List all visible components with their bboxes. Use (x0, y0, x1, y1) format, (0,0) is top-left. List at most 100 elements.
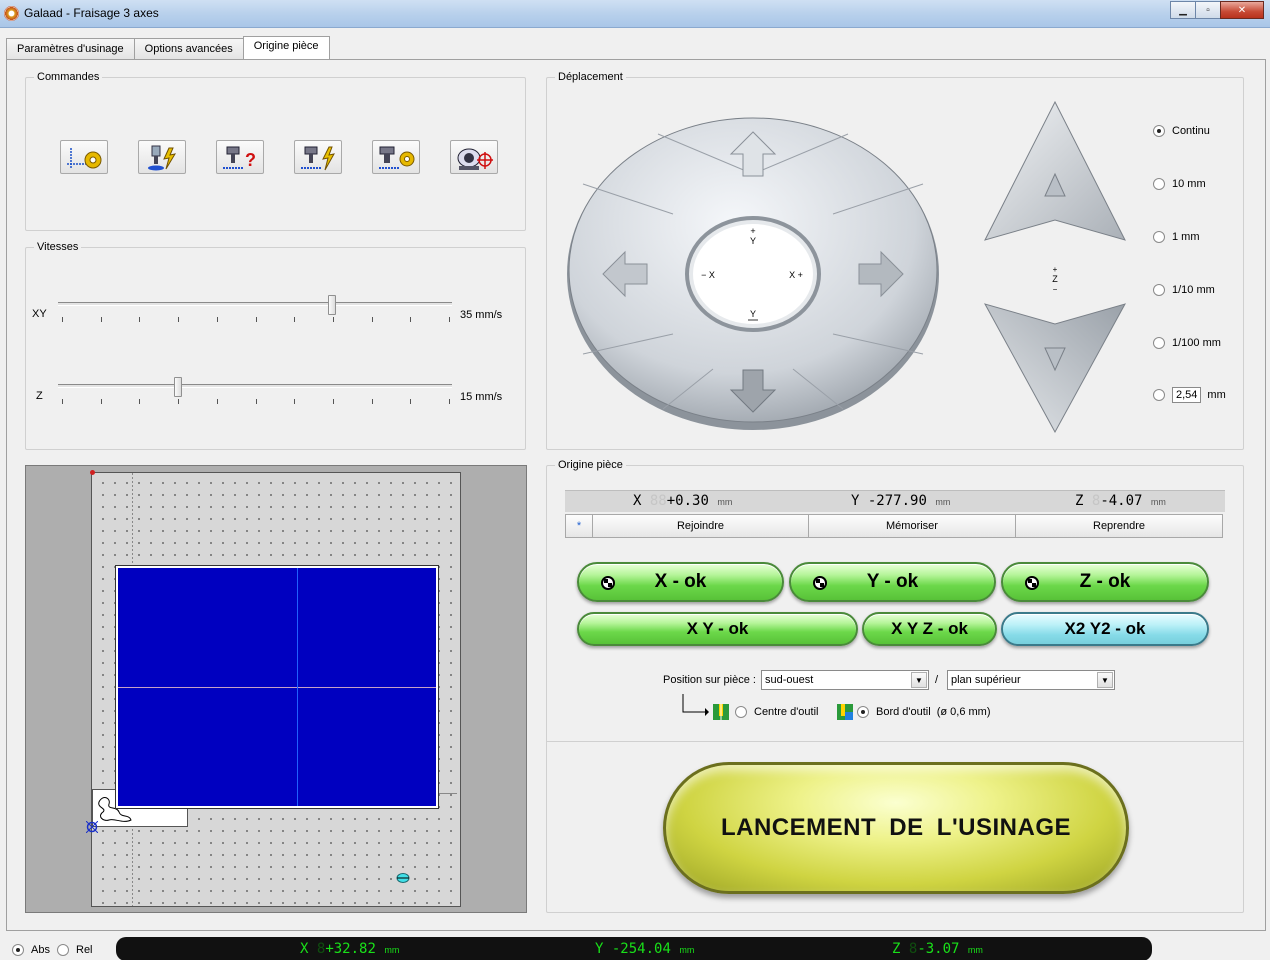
workpiece (115, 565, 439, 809)
x-ok-button[interactable]: X - ok (577, 562, 784, 602)
slider-tick (256, 399, 257, 404)
plan-select-value: plan supérieur (951, 674, 1021, 686)
position-separator: / (935, 674, 939, 686)
step-continu-radio[interactable]: Continu (1153, 125, 1210, 137)
plus-z-label: + (1053, 265, 1058, 274)
slider-tick (101, 317, 102, 322)
target-icon (601, 576, 615, 590)
commandes-group: Commandes ? (25, 71, 526, 231)
deplacement-legend: Déplacement (555, 71, 626, 83)
step-custom-radio[interactable]: 2,54 mm (1153, 387, 1226, 403)
maximize-button[interactable]: ▫ (1195, 1, 1221, 19)
title-bar: Galaad - Fraisage 3 axes ▁ ▫ ✕ (0, 0, 1270, 28)
tool-probe-button[interactable] (294, 140, 342, 174)
centre-outil-dot[interactable] (735, 706, 747, 718)
tool-settings-button[interactable] (372, 140, 420, 174)
jog-z-plus-triangle-icon[interactable] (984, 100, 1126, 241)
tab-origine-piece[interactable]: Origine pièce (242, 36, 330, 59)
machine-y-readout: Y -254.04 mm (595, 941, 695, 957)
slider-tick (139, 399, 140, 404)
step-hundredth-mm-dot[interactable] (1153, 337, 1165, 349)
origine-group: Origine pièce X 88+0.30 mm Y -277.90 mm … (546, 459, 1244, 913)
jog-z-minus-triangle-icon[interactable] (983, 303, 1127, 434)
slider-tick (62, 317, 63, 322)
z-jog-control[interactable]: + Z − (981, 98, 1131, 438)
z-axis-label: Z (1052, 274, 1058, 284)
close-button[interactable]: ✕ (1220, 1, 1264, 19)
step-10mm-label: 10 mm (1172, 178, 1206, 190)
tool-edge-icon (837, 704, 853, 720)
step-continu-dot[interactable] (1153, 125, 1165, 137)
memoriser-button[interactable]: Mémoriser (808, 514, 1016, 538)
slider-tick (294, 317, 295, 322)
abs-dot[interactable] (12, 944, 24, 956)
step-hundredth-mm-label: 1/100 mm (1172, 337, 1221, 349)
tool-lightning-icon (301, 146, 335, 171)
tool-query-button[interactable]: ? (216, 140, 264, 174)
plus-x-label: X + (789, 270, 803, 280)
slider-tick (372, 399, 373, 404)
xy-speed-slider[interactable] (328, 295, 336, 315)
origin-star-button[interactable]: * (565, 514, 593, 538)
abs-radio[interactable]: Abs (12, 944, 50, 956)
dropdown-arrow-icon[interactable]: ▼ (1097, 672, 1113, 688)
machine-bed (86, 470, 461, 907)
machine-z-readout: Z 8-3.07 mm (892, 941, 983, 957)
step-1mm-radio[interactable]: 1 mm (1153, 231, 1200, 243)
position-select[interactable]: sud-ouest ▼ (761, 670, 929, 690)
corner-arrow-icon (682, 694, 709, 716)
probe-button[interactable] (138, 140, 186, 174)
step-tenth-mm-radio[interactable]: 1/10 mm (1153, 284, 1215, 296)
tab-options-avancees[interactable]: Options avancées (133, 38, 244, 59)
step-custom-dot[interactable] (1153, 389, 1165, 401)
slider-tick (410, 399, 411, 404)
tab-panel: Commandes ? Vitesses XY 35 mm/s Z 15 mm/… (6, 59, 1266, 931)
rejoindre-button[interactable]: Rejoindre (592, 514, 809, 538)
slider-tick (449, 399, 450, 404)
rel-dot[interactable] (57, 944, 69, 956)
dropdown-arrow-icon[interactable]: ▼ (911, 672, 927, 688)
y-ok-button[interactable]: Y - ok (789, 562, 996, 602)
launch-machining-button[interactable]: LANCEMENT DE L'USINAGE (663, 762, 1129, 894)
workspace-preview[interactable] (25, 465, 527, 913)
axes-config-button[interactable] (60, 140, 108, 174)
xy-speed-ticks (62, 317, 450, 322)
z-speed-slider[interactable] (174, 377, 182, 397)
step-tenth-mm-dot[interactable] (1153, 284, 1165, 296)
workpiece-center-line (118, 687, 436, 688)
bord-outil-dot[interactable] (857, 706, 869, 718)
rel-radio[interactable]: Rel (57, 944, 93, 956)
machine-position-readout: X 8+32.82 mm Y -254.04 mm Z 8-3.07 mm (116, 937, 1152, 960)
minimize-button[interactable]: ▁ (1170, 1, 1196, 19)
workpiece-center-line (297, 568, 298, 806)
bord-outil-radio[interactable]: Bord d'outil (ø 0,6 mm) (857, 706, 990, 718)
z-ok-button[interactable]: Z - ok (1001, 562, 1209, 602)
xy-ok-button[interactable]: X Y - ok (577, 612, 858, 646)
reprendre-button[interactable]: Reprendre (1015, 514, 1223, 538)
xy-jog-wheel[interactable]: + Y Y − X X + (563, 104, 943, 434)
xy-speed-value: 35 mm/s (460, 309, 503, 321)
slider-tick (139, 317, 140, 322)
step-10mm-dot[interactable] (1153, 178, 1165, 190)
slider-tick (449, 317, 450, 322)
step-10mm-radio[interactable]: 10 mm (1153, 178, 1206, 190)
xyz-ok-button[interactable]: X Y Z - ok (862, 612, 997, 646)
slider-tick (217, 317, 218, 322)
plan-select[interactable]: plan supérieur ▼ (947, 670, 1115, 690)
step-continu-label: Continu (1172, 125, 1210, 137)
centre-outil-radio[interactable]: Centre d'outil (735, 706, 818, 718)
step-hundredth-mm-radio[interactable]: 1/100 mm (1153, 337, 1221, 349)
tab-strip: Paramètres d'usinage Options avancées Or… (6, 36, 330, 59)
tab-parametres-usinage[interactable]: Paramètres d'usinage (6, 38, 135, 59)
step-1mm-dot[interactable] (1153, 231, 1165, 243)
minus-z-label: − (1053, 285, 1058, 294)
step-custom-input[interactable]: 2,54 (1172, 387, 1202, 403)
tool-question-icon: ? (223, 146, 256, 170)
camera-target-icon (457, 148, 493, 170)
camera-button[interactable] (450, 140, 498, 174)
xy-speed-track[interactable] (58, 302, 452, 306)
z-speed-track[interactable] (58, 384, 452, 388)
x2y2-ok-button[interactable]: X2 Y2 - ok (1001, 612, 1209, 646)
tool-gear-icon (379, 146, 415, 169)
abs-label: Abs (31, 944, 50, 956)
